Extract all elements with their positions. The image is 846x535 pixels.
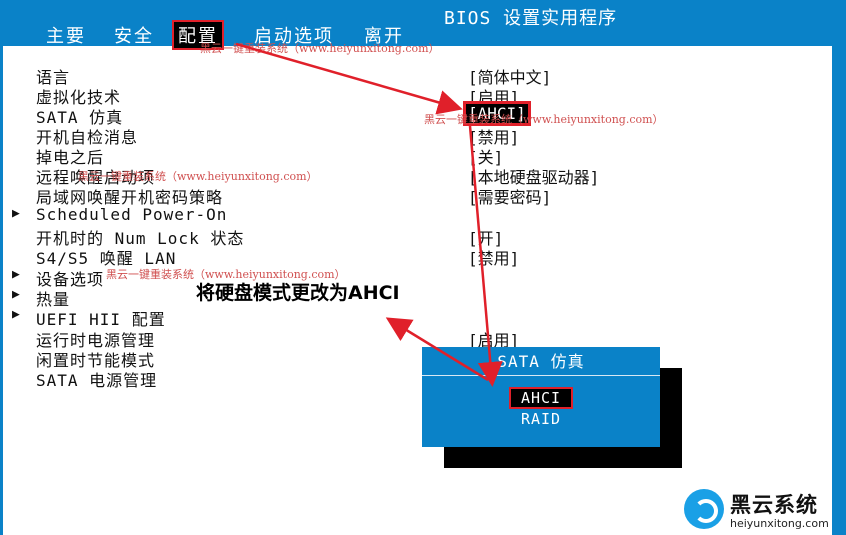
site-logo: 黑云系统 heiyunxitong.com bbox=[684, 487, 834, 533]
watermark: 黑云一键重装系统（www.heiyunxitong.com） bbox=[78, 170, 318, 183]
setting-label: Scheduled Power-On bbox=[36, 205, 228, 224]
setting-sata-emulation[interactable]: SATA 仿真 [AHCI] bbox=[0, 101, 830, 127]
popup-option-raid[interactable]: RAID bbox=[422, 410, 660, 428]
watermark: 黑云一键重装系统（www.heiyunxitong.com） bbox=[200, 42, 440, 55]
submenu-arrow-icon: ▶ bbox=[12, 267, 20, 282]
setting-runtime-power[interactable]: 运行时电源管理 [启用] bbox=[0, 327, 830, 350]
logo-name: 黑云系统 bbox=[730, 493, 818, 517]
popup-divider bbox=[422, 375, 660, 376]
setting-post-messages[interactable]: 开机自检消息 [禁用] bbox=[0, 124, 830, 147]
submenu-arrow-icon: ▶ bbox=[12, 287, 20, 302]
setting-virtualization[interactable]: 虚拟化技术 [启用] bbox=[0, 84, 830, 107]
submenu-arrow-icon: ▶ bbox=[12, 206, 20, 221]
setting-sata-power[interactable]: SATA 电源管理 bbox=[0, 367, 830, 390]
setting-numlock-state[interactable]: 开机时的 Num Lock 状态 [开] bbox=[0, 225, 830, 248]
setting-scheduled-power-on[interactable]: ▶ Scheduled Power-On bbox=[0, 205, 830, 225]
popup-title: SATA 仿真 bbox=[497, 352, 585, 371]
setting-uefi-hii[interactable]: ▶ UEFI HII 配置 bbox=[0, 306, 830, 329]
setting-language[interactable]: 语言 [简体中文] bbox=[0, 64, 830, 87]
sata-emulation-popup: SATA 仿真 AHCI RAID bbox=[422, 347, 660, 447]
setting-s4s5-wake-lan[interactable]: S4/S5 唤醒 LAN [禁用] bbox=[0, 245, 830, 268]
submenu-arrow-icon: ▶ bbox=[12, 307, 20, 322]
setting-label: SATA 电源管理 bbox=[36, 371, 158, 390]
setting-idle-power-saving[interactable]: 闲置时节能模式 bbox=[0, 347, 830, 370]
setting-after-power-loss[interactable]: 掉电之后 [关] bbox=[0, 144, 830, 167]
logo-url: heiyunxitong.com bbox=[730, 517, 829, 530]
popup-option-ahci[interactable]: AHCI bbox=[422, 387, 660, 409]
annotation-text: 将硬盘模式更改为AHCI bbox=[196, 282, 400, 304]
cloud-logo-icon bbox=[684, 489, 724, 529]
tab-main[interactable]: 主要 bbox=[46, 22, 86, 48]
popup-option-label: AHCI bbox=[508, 387, 574, 409]
watermark: 黑云一键重装系统（www.heiyunxitong.com） bbox=[424, 113, 664, 126]
settings-list: 语言 [简体中文] 虚拟化技术 [启用] SATA 仿真 [AHCI] 开机自检… bbox=[0, 46, 846, 535]
setting-wol-password-policy[interactable]: 局域网唤醒开机密码策略 [需要密码] bbox=[0, 184, 830, 207]
tab-security[interactable]: 安全 bbox=[114, 22, 154, 48]
setting-thermal[interactable]: ▶ 热量 bbox=[0, 286, 830, 309]
